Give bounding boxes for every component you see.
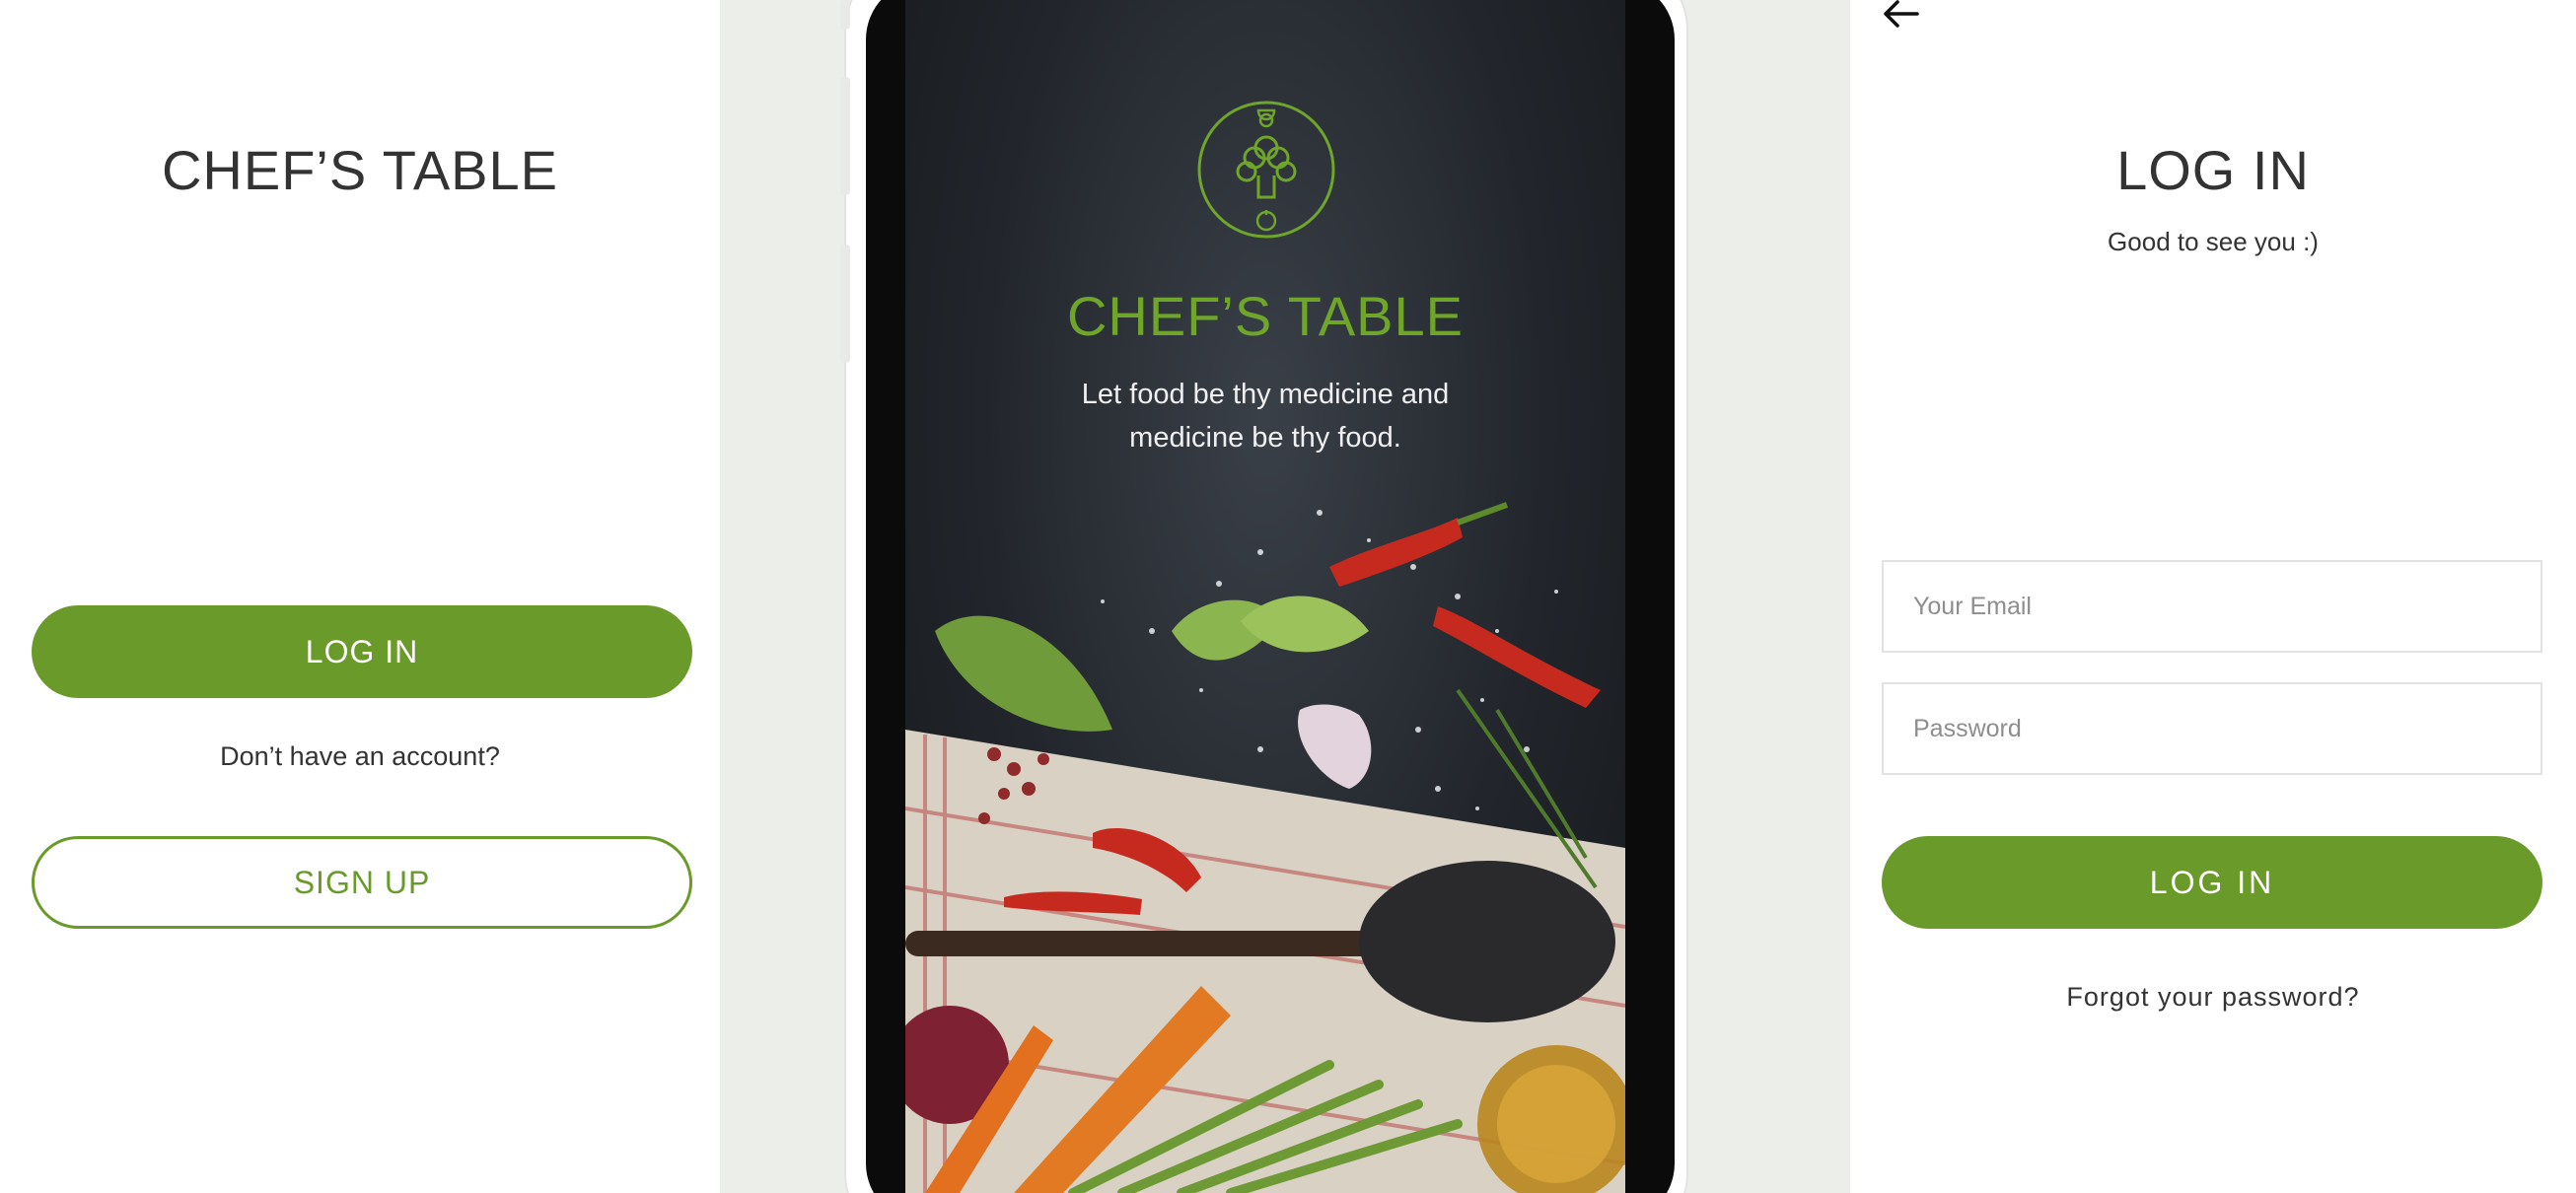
chef-hat-icon [1197,101,1335,239]
splash-title: CHEF’S TABLE [1066,285,1465,347]
phone-side-button [840,245,850,363]
page-subtitle: Good to see you :) [2108,227,2319,256]
page-title: LOG IN [2116,139,2310,201]
arrow-left-icon[interactable] [1880,0,1923,35]
splash-screen: CHEF’S TABLE Let food be thy medicine an… [905,0,1625,1193]
tagline-line: medicine be thy food. [1129,422,1401,454]
email-field[interactable] [1882,560,2542,653]
forgot-password-link[interactable]: Forgot your password? [1850,982,2576,1013]
app-title: CHEF’S TABLE [161,139,559,201]
welcome-screen: CHEF’S TABLE LOG IN Don’t have an accoun… [0,0,720,1193]
splash-tagline: Let food be thy medicine and medicine be… [1019,373,1512,459]
login-submit-button[interactable]: LOG IN [1882,836,2542,929]
signup-button[interactable]: SIGN UP [32,836,692,929]
tagline-line: Let food be thy medicine and [1081,379,1450,410]
password-field[interactable] [1882,682,2542,775]
phone-side-button [840,77,850,195]
login-button[interactable]: LOG IN [32,605,692,698]
no-account-text: Don’t have an account? [220,741,500,771]
login-screen: LOG IN Good to see you :) LOG IN Forgot … [1850,0,2576,1193]
phone-side-button [840,0,850,30]
app-showcase: CHEF’S TABLE LOG IN Don’t have an accoun… [0,0,2576,1193]
